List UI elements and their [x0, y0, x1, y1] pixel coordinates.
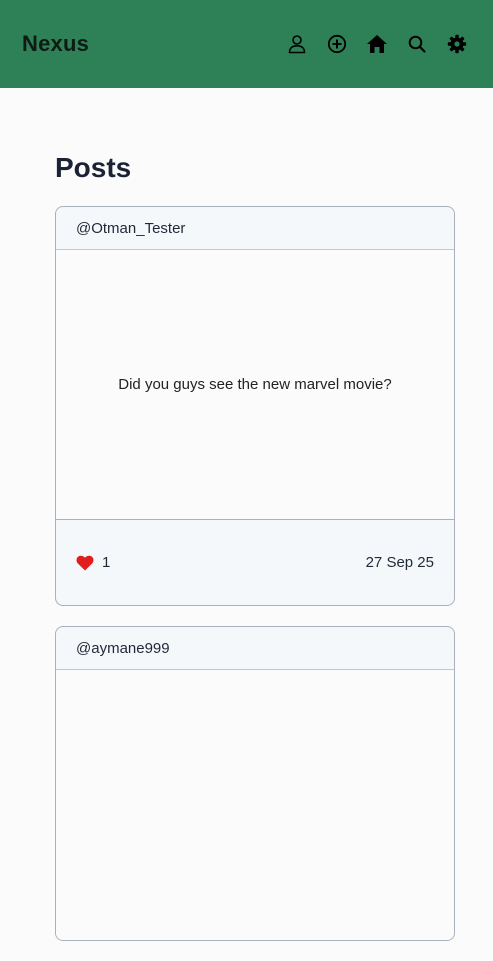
home-icon[interactable] [357, 24, 397, 64]
page-title: Posts [55, 152, 132, 183]
navbar: Nexus [0, 0, 493, 88]
settings-icon[interactable] [437, 24, 477, 64]
add-post-icon[interactable] [317, 24, 357, 64]
post-author[interactable]: @Otman_Tester [56, 207, 454, 250]
post-card: @Otman_Tester Did you guys see the new m… [55, 206, 455, 606]
post-footer: 1 27 Sep 25 [56, 520, 454, 605]
heart-icon[interactable] [76, 555, 94, 571]
brand-logo[interactable]: Nexus [22, 31, 89, 57]
nav-icons [277, 24, 477, 64]
post-content: Did you guys see the new marvel movie? [56, 250, 454, 520]
post-date: 27 Sep 25 [365, 554, 434, 571]
post-card: @aymane999 [55, 626, 455, 941]
post-author[interactable]: @aymane999 [56, 627, 454, 670]
profile-icon[interactable] [277, 24, 317, 64]
like-count: 1 [102, 554, 111, 571]
search-icon[interactable] [397, 24, 437, 64]
likes: 1 [76, 554, 110, 571]
posts-feed: Posts @Otman_Tester Did you guys see the… [55, 150, 455, 961]
post-content [56, 670, 454, 940]
